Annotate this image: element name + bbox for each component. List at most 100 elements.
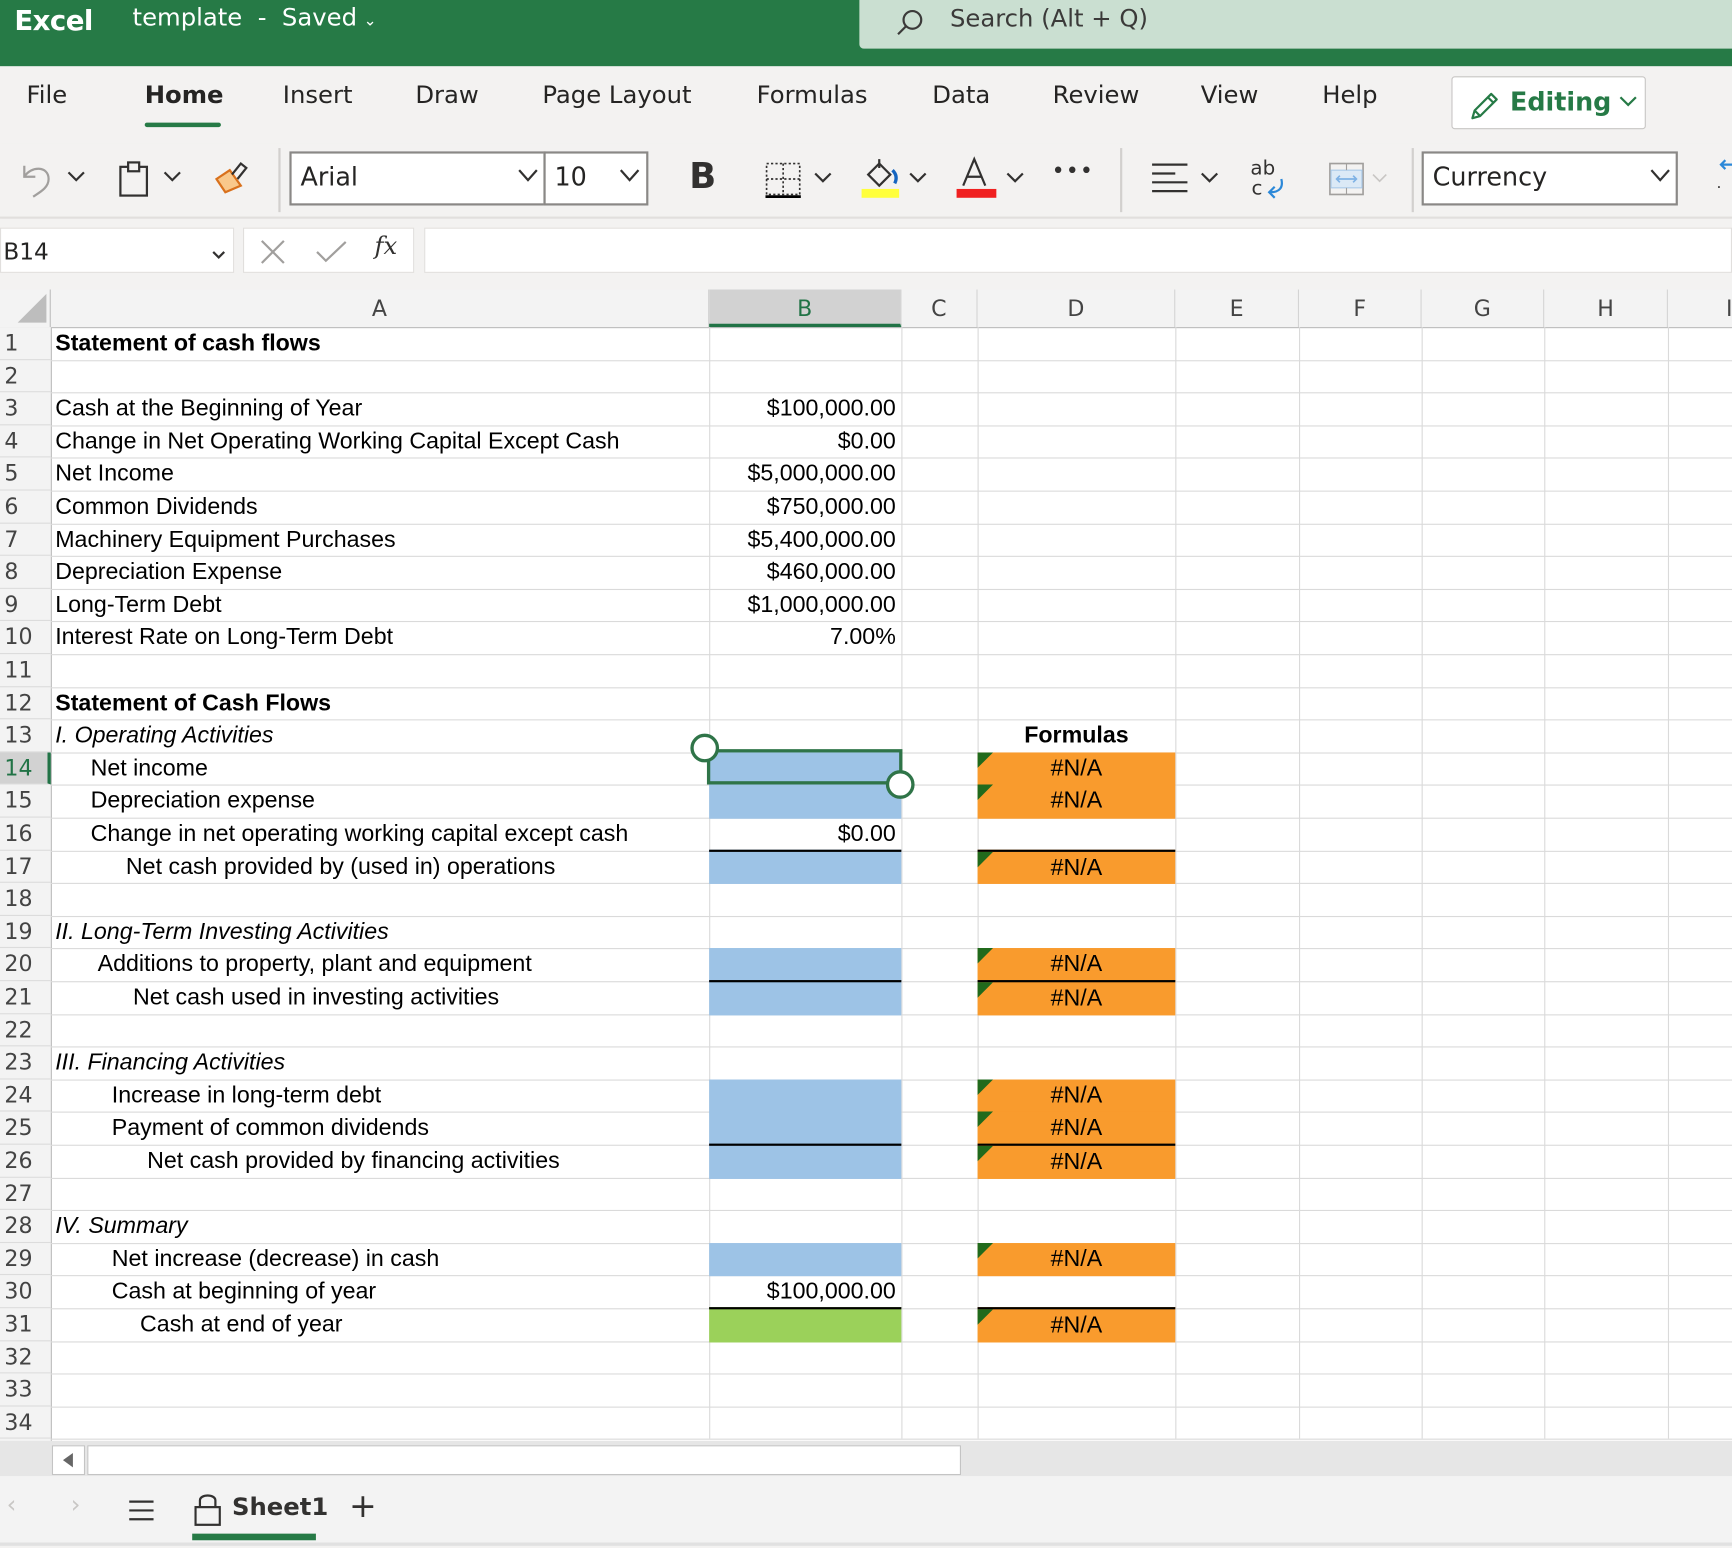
row-header-8[interactable]: 8: [0, 556, 51, 589]
error-indicator-icon[interactable]: [977, 1145, 994, 1162]
row-header-14[interactable]: 14: [0, 752, 51, 785]
cancel-icon[interactable]: [260, 239, 287, 270]
cell-a4[interactable]: Change in Net Operating Working Capital …: [55, 425, 619, 458]
font-name-select[interactable]: Arial: [289, 151, 546, 206]
cell-b30[interactable]: $100,000.00: [709, 1276, 901, 1310]
column-header-i[interactable]: I: [1668, 289, 1732, 327]
cell-a1[interactable]: Statement of cash flows: [55, 327, 321, 360]
cell-a3[interactable]: Cash at the Beginning of Year: [55, 392, 362, 425]
tab-insert[interactable]: Insert: [283, 82, 353, 110]
cell-b17[interactable]: [709, 849, 902, 885]
document-title-button[interactable]: template - Saved ⌄: [133, 4, 377, 32]
cell-a24[interactable]: Increase in long-term debt: [112, 1079, 381, 1112]
cell-a16[interactable]: Change in net operating working capital …: [91, 818, 629, 851]
all-sheets-menu-icon[interactable]: [128, 1498, 155, 1529]
tab-file[interactable]: File: [27, 82, 68, 110]
column-header-g[interactable]: G: [1422, 289, 1545, 328]
borders-dropdown-icon[interactable]: [813, 169, 833, 190]
cell-b31[interactable]: [709, 1307, 902, 1343]
next-sheet-icon[interactable]: ›: [71, 1492, 81, 1520]
column-header-f[interactable]: F: [1299, 289, 1422, 328]
align-icon[interactable]: [1151, 161, 1189, 201]
column-header-h[interactable]: H: [1544, 289, 1668, 328]
undo-button[interactable]: [20, 159, 55, 203]
cell-b8[interactable]: $460,000.00: [709, 556, 901, 590]
cell-b4[interactable]: $0.00: [709, 425, 901, 459]
cell-a6[interactable]: Common Dividends: [55, 491, 257, 524]
cell-a31[interactable]: Cash at end of year: [140, 1308, 342, 1341]
row-header-15[interactable]: 15: [0, 785, 51, 818]
error-indicator-icon[interactable]: [977, 752, 994, 768]
row-header-16[interactable]: 16: [0, 818, 51, 851]
tab-help[interactable]: Help: [1322, 82, 1377, 110]
error-indicator-icon[interactable]: [977, 1079, 994, 1095]
cell-a20[interactable]: Additions to property, plant and equipme…: [98, 948, 532, 981]
cell-b5[interactable]: $5,000,000.00: [709, 458, 901, 492]
cell-a9[interactable]: Long-Term Debt: [55, 589, 221, 622]
column-header-c[interactable]: C: [901, 289, 978, 328]
cell-d20[interactable]: #N/A: [977, 948, 1176, 983]
tab-review[interactable]: Review: [1053, 82, 1140, 110]
cell-d21[interactable]: #N/A: [977, 980, 1176, 1015]
cell-b21[interactable]: [709, 980, 902, 1015]
editing-mode-button[interactable]: Editing: [1451, 76, 1646, 130]
cell-d26[interactable]: #N/A: [977, 1143, 1176, 1179]
cell-d13[interactable]: Formulas: [978, 720, 1176, 754]
cell-a7[interactable]: Machinery Equipment Purchases: [55, 523, 395, 556]
row-header-7[interactable]: 7: [0, 523, 51, 556]
cell-b26[interactable]: [709, 1143, 902, 1179]
cell-b6[interactable]: $750,000.00: [709, 491, 901, 525]
tab-home[interactable]: Home: [145, 82, 224, 110]
row-header-33[interactable]: 33: [0, 1374, 51, 1407]
formula-input[interactable]: [424, 227, 1732, 273]
row-header-9[interactable]: 9: [0, 589, 51, 622]
row-header-5[interactable]: 5: [0, 458, 51, 491]
fill-color-icon[interactable]: [859, 157, 903, 203]
cell-a14[interactable]: Net income: [91, 752, 208, 785]
prev-sheet-icon[interactable]: ‹: [7, 1492, 17, 1520]
error-indicator-icon[interactable]: [977, 1309, 994, 1325]
font-size-select[interactable]: 10: [543, 151, 649, 206]
cell-d17[interactable]: #N/A: [977, 849, 1176, 885]
cell-a26[interactable]: Net cash provided by financing activitie…: [147, 1145, 560, 1178]
cell-b20[interactable]: [709, 948, 902, 983]
row-header-3[interactable]: 3: [0, 392, 51, 426]
tab-page-layout[interactable]: Page Layout: [542, 82, 691, 110]
cell-a21[interactable]: Net cash used in investing activities: [133, 981, 499, 1014]
row-header-12[interactable]: 12: [0, 687, 51, 720]
row-header-29[interactable]: 29: [0, 1243, 51, 1276]
row-header-19[interactable]: 19: [0, 916, 51, 949]
cell-b25[interactable]: [709, 1111, 902, 1146]
row-header-21[interactable]: 21: [0, 981, 51, 1014]
row-header-34[interactable]: 34: [0, 1406, 51, 1440]
row-header-25[interactable]: 25: [0, 1112, 51, 1145]
cell-a12[interactable]: Statement of Cash Flows: [55, 687, 331, 720]
cell-b24[interactable]: [709, 1079, 902, 1114]
column-header-a[interactable]: A: [51, 289, 710, 328]
name-box[interactable]: B14: [0, 227, 235, 273]
add-sheet-button[interactable]: +: [349, 1487, 377, 1526]
cell-d29[interactable]: #N/A: [977, 1242, 1176, 1277]
tab-formulas[interactable]: Formulas: [757, 82, 868, 110]
bold-button[interactable]: B: [689, 155, 716, 197]
number-format-select[interactable]: Currency: [1421, 151, 1678, 206]
error-indicator-icon[interactable]: [977, 784, 994, 801]
error-indicator-icon[interactable]: [977, 982, 994, 998]
cell-a13[interactable]: I. Operating Activities: [55, 720, 273, 753]
row-header-26[interactable]: 26: [0, 1145, 51, 1178]
align-dropdown-icon[interactable]: [1200, 169, 1220, 190]
row-header-30[interactable]: 30: [0, 1276, 51, 1309]
tab-view[interactable]: View: [1201, 82, 1259, 110]
row-header-32[interactable]: 32: [0, 1341, 51, 1374]
borders-icon[interactable]: [764, 161, 802, 203]
cell-b29[interactable]: [709, 1242, 902, 1277]
cell-a15[interactable]: Depreciation expense: [91, 785, 315, 818]
cell-a30[interactable]: Cash at beginning of year: [112, 1276, 376, 1309]
cell-a23[interactable]: III. Financing Activities: [55, 1047, 285, 1080]
cell-d14[interactable]: #N/A: [977, 752, 1176, 787]
column-header-e[interactable]: E: [1175, 289, 1299, 328]
row-header-27[interactable]: 27: [0, 1177, 51, 1211]
row-header-4[interactable]: 4: [0, 425, 51, 458]
cell-a5[interactable]: Net Income: [55, 458, 174, 491]
column-header-d[interactable]: D: [978, 289, 1176, 328]
